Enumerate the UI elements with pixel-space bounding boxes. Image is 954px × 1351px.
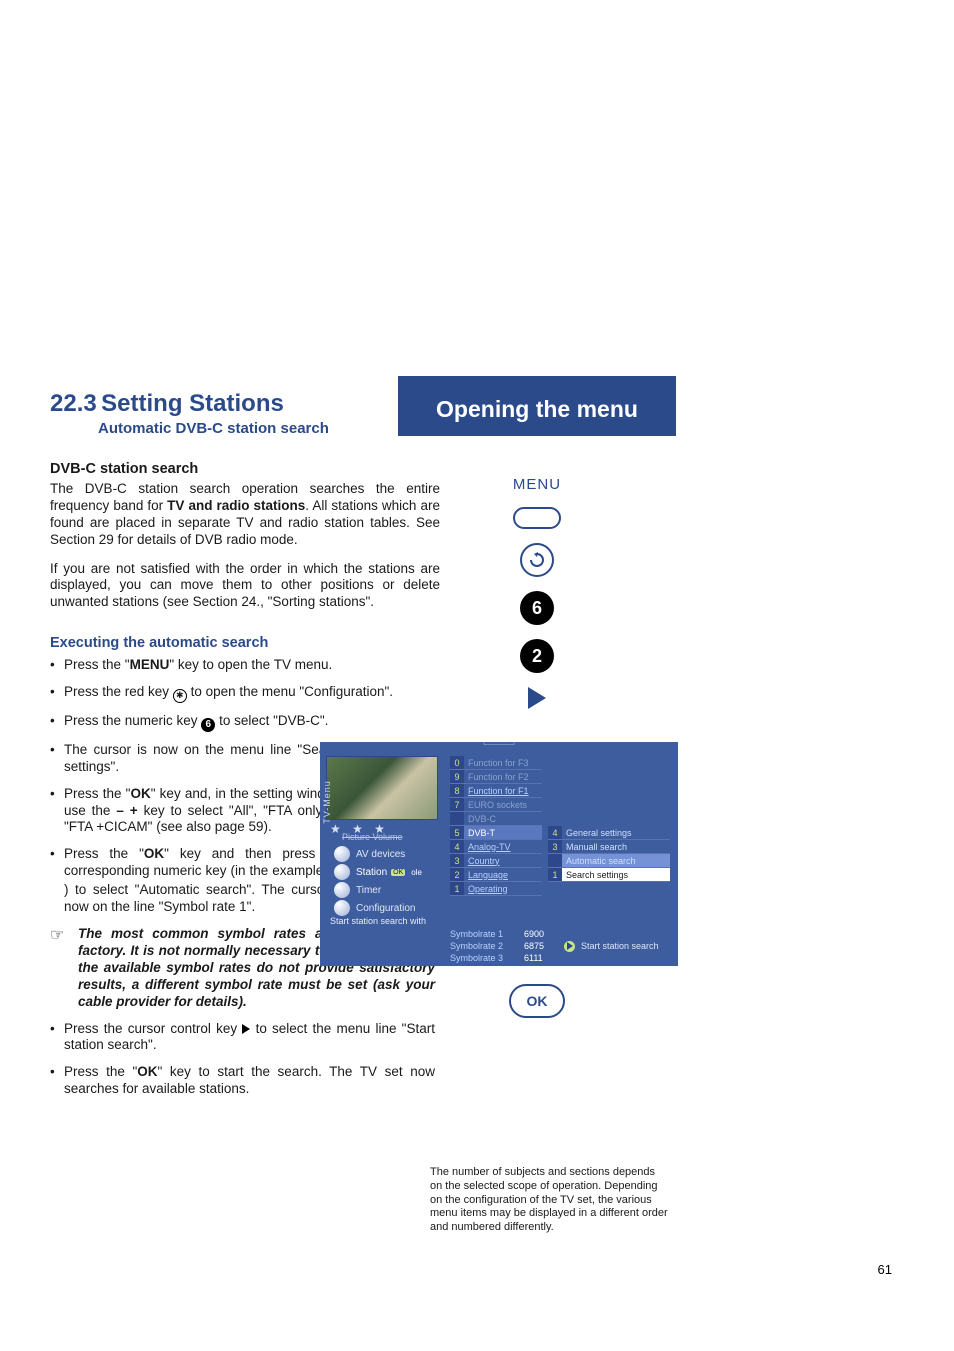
section-title: Setting Stations bbox=[101, 390, 284, 417]
red-key-icon: ✱ bbox=[173, 689, 187, 703]
tv-menu-screenshot: F1↑ ★ ★ ★ TV-Menu Picture Volume AV devi… bbox=[320, 742, 678, 966]
step-3: • Press the numeric key 6 to select "DVB… bbox=[50, 713, 345, 732]
sphere-icon bbox=[334, 846, 350, 862]
ok-chip-icon: OK bbox=[391, 869, 405, 876]
section-heading: 22.3 Setting Stations Automatic DVB-C st… bbox=[50, 390, 440, 437]
tv-menu-side-label: TV-Menu bbox=[322, 762, 332, 842]
play-arrow-icon bbox=[564, 941, 575, 952]
pointing-hand-icon: ☞ bbox=[50, 926, 78, 1010]
cursor-right-button-icon bbox=[528, 687, 546, 709]
menu-item-station: StationOKole bbox=[334, 864, 450, 880]
sphere-icon bbox=[334, 864, 350, 880]
right-list-row: 1Search settings bbox=[548, 868, 670, 882]
ok-button-icon: OK bbox=[509, 984, 565, 1018]
mid-list-row: 1Operating bbox=[450, 882, 542, 896]
tv-menu-mid-list: 0Function for F39Function for F28Functio… bbox=[450, 756, 542, 896]
mid-list-row: 7EURO sockets bbox=[450, 798, 542, 812]
numeric-2-button-icon: 2 bbox=[520, 639, 554, 673]
sphere-icon bbox=[334, 882, 350, 898]
start-station-box: Start station search with bbox=[326, 914, 442, 929]
f1-indicator: F1↑ bbox=[483, 742, 514, 745]
step-4: • The cursor is now on the menu line "Se… bbox=[50, 742, 345, 776]
symbolrate-row: Symbolrate 16900 bbox=[450, 928, 670, 940]
mid-list-row: 3Country bbox=[450, 854, 542, 868]
numeric-6-button-icon: 6 bbox=[520, 591, 554, 625]
symbolrate-row: Symbolrate 26875Start station search bbox=[450, 940, 670, 952]
paragraph-dvbc-2: If you are not satisfied with the order … bbox=[50, 561, 440, 612]
right-list-row: Automatic search bbox=[548, 854, 670, 868]
step-7: • Press the cursor control key to select… bbox=[50, 1021, 435, 1055]
step-2: • Press the red key ✱ to open the menu "… bbox=[50, 684, 440, 703]
tv-preview-thumbnail bbox=[326, 756, 438, 820]
step-8: • Press the "OK" key to start the search… bbox=[50, 1064, 435, 1098]
mid-list-row: 4Analog-TV bbox=[450, 840, 542, 854]
right-list-row: 3Manuall search bbox=[548, 840, 670, 854]
menu-item-av-devices: AV devices bbox=[334, 846, 450, 862]
paragraph-dvbc-1: The DVB-C station search operation searc… bbox=[50, 481, 440, 549]
picture-volume-label: Picture Volume bbox=[342, 832, 403, 842]
heading-exec-auto-search: Executing the automatic search bbox=[50, 635, 440, 651]
mid-list-row: 5DVB-T bbox=[450, 826, 542, 840]
symbolrate-row: Symbolrate 36111 bbox=[450, 952, 670, 964]
step-6: • Press the "OK" key and then press the … bbox=[50, 846, 345, 916]
menu-button-icon bbox=[513, 507, 561, 529]
mid-list-row: 2Language bbox=[450, 868, 542, 882]
footnote-text: The number of subjects and sections depe… bbox=[430, 1166, 670, 1235]
mid-list-row: DVB-C bbox=[450, 812, 542, 826]
page-number: 61 bbox=[878, 1262, 892, 1277]
section-subtitle: Automatic DVB-C station search bbox=[98, 420, 440, 437]
remote-button-sequence: MENU 6 2 bbox=[398, 476, 676, 709]
mid-list-row: 9Function for F2 bbox=[450, 770, 542, 784]
menu-label: MENU bbox=[513, 476, 561, 493]
tv-menu-right-list: 4General settings3Manuall searchAutomati… bbox=[548, 826, 670, 882]
step-5: • Press the "OK" key and, in the setting… bbox=[50, 786, 345, 837]
mid-list-row: 0Function for F3 bbox=[450, 756, 542, 770]
heading-dvbc-search: DVB-C station search bbox=[50, 461, 440, 477]
back-arrow-icon bbox=[528, 551, 546, 569]
mid-list-row: 8Function for F1 bbox=[450, 784, 542, 798]
symbol-rate-rows: Symbolrate 16900Symbolrate 26875Start st… bbox=[450, 928, 670, 964]
numeric-6-icon: 6 bbox=[201, 718, 215, 732]
menu-item-timer: Timer bbox=[334, 882, 450, 898]
step-1: • Press the "MENU" key to open the TV me… bbox=[50, 657, 440, 674]
right-list-row: 4General settings bbox=[548, 826, 670, 840]
section-number: 22.3 bbox=[50, 390, 97, 417]
red-key-button-icon bbox=[520, 543, 554, 577]
